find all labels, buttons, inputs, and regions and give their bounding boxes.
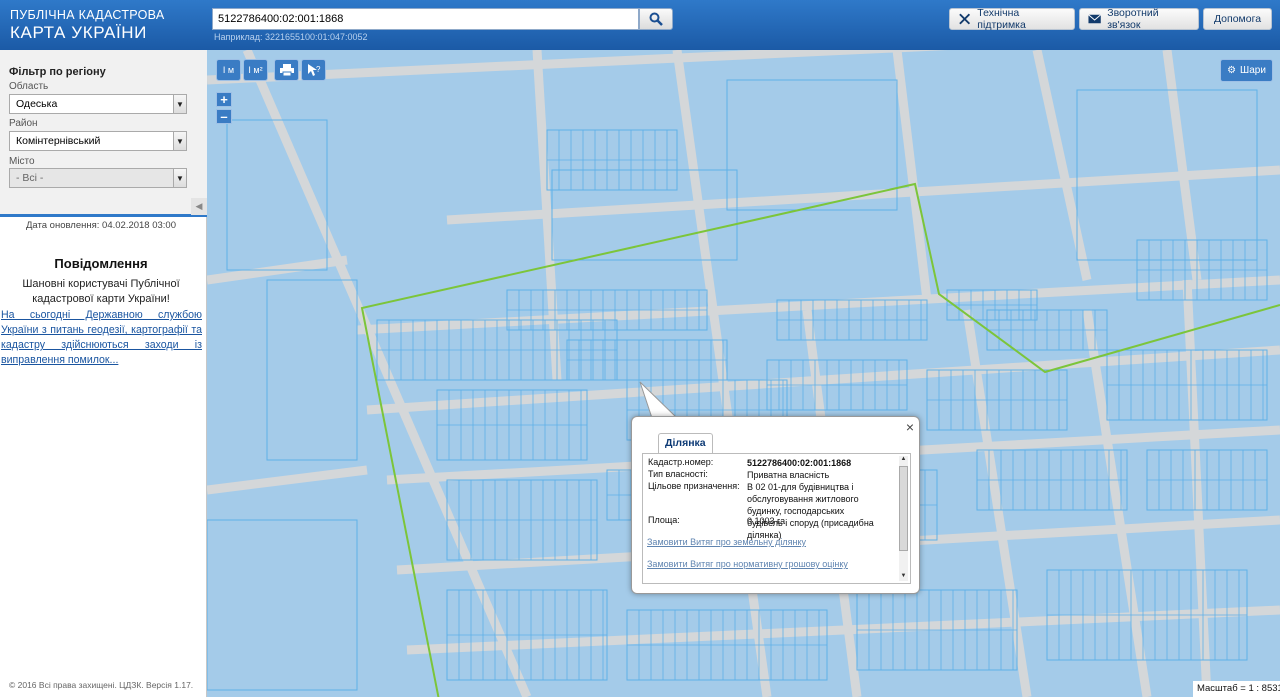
chevron-up-icon: ▲ — [900, 456, 907, 462]
parcel-key: Кадастр.номер: — [648, 457, 714, 467]
sidebar: Фільтр по регіону Область Одеська ▼ Район… — [0, 50, 207, 697]
map-road — [1162, 50, 1202, 281]
map-road — [207, 465, 368, 495]
search-input[interactable]: 5122786400:02:001:1868 — [212, 8, 639, 30]
region-value: Одеська — [16, 98, 58, 110]
search-example: Наприклад: 3221655100:01:047:0052 — [214, 32, 368, 42]
print-icon — [279, 64, 294, 76]
feedback-label: Зворотний зв'язок — [1107, 7, 1159, 31]
chevron-left-icon: ◀ — [195, 201, 203, 211]
city-value: - Всі - — [16, 172, 44, 184]
region-select[interactable]: Одеська ▼ — [9, 94, 187, 114]
city-select[interactable]: - Всі - ▼ — [9, 168, 187, 188]
chevron-down-icon: ▼ — [173, 95, 186, 113]
order-extract-link[interactable]: Замовити Витяг про земельну ділянку — [647, 537, 806, 547]
zoom-in-button[interactable]: + — [216, 92, 232, 107]
help-button[interactable]: Допомога — [1203, 8, 1272, 30]
map-road — [672, 50, 772, 697]
close-icon[interactable]: × — [906, 419, 914, 435]
parcel-value: 5122786400:02:001:1868 — [747, 458, 852, 468]
map-road — [1182, 279, 1212, 697]
region-label: Область — [9, 81, 49, 92]
tab-parcel[interactable]: Ділянка — [658, 433, 713, 453]
map-road — [1032, 50, 1092, 281]
filter-title: Фільтр по регіону — [9, 66, 106, 78]
parcel-value: Приватна власність — [747, 470, 830, 480]
field-parcel — [207, 519, 358, 691]
svg-text:?: ? — [316, 65, 321, 74]
layers-button[interactable]: ⚙ Шари — [1220, 59, 1273, 82]
help-label: Допомога — [1213, 13, 1262, 25]
cadastral-map[interactable] — [207, 50, 1280, 697]
scroll-thumb[interactable] — [899, 466, 908, 551]
feedback-button[interactable]: Зворотний зв'язок — [1079, 7, 1199, 31]
parcel-key: Тип власності: — [648, 469, 708, 479]
search-value: 5122786400:02:001:1868 — [218, 13, 344, 25]
map-road — [892, 50, 932, 301]
district-select[interactable]: Комінтернівський ▼ — [9, 131, 187, 151]
ruler-icon: I м — [222, 65, 235, 75]
layers-label: Шари — [1240, 65, 1266, 76]
info-tool-button[interactable]: ? — [301, 59, 326, 81]
copyright: © 2016 Всі права захищені. ЦДЗК. Версія … — [9, 680, 194, 690]
parcel-value: 0.1003 га — [747, 516, 786, 526]
chevron-down-icon: ▼ — [900, 573, 907, 579]
measure-area-button[interactable]: I м² — [243, 59, 268, 81]
info-cursor-icon: ? — [307, 64, 321, 76]
logo-line2: КАРТА УКРАЇНИ — [10, 22, 147, 42]
tools-icon — [959, 13, 971, 25]
map-road — [207, 50, 948, 85]
support-label: Технічна підтримка — [977, 7, 1026, 31]
order-valuation-link[interactable]: Замовити Витяг про нормативну грошову оц… — [647, 559, 848, 569]
popup-body: Кадастр.номер: 5122786400:02:001:1868 Тип… — [642, 453, 911, 584]
search-icon — [649, 12, 663, 26]
popup-scrollbar[interactable]: ▲ ▼ — [899, 456, 908, 581]
district-label: Район — [9, 118, 38, 129]
support-button[interactable]: Технічна підтримка — [949, 7, 1075, 31]
print-button[interactable] — [274, 59, 299, 81]
district-value: Комінтернівський — [16, 135, 101, 147]
collapse-sidebar-button[interactable]: ◀ — [191, 198, 207, 215]
update-date: Дата оновлення: 04.02.2018 03:00 — [25, 220, 177, 231]
city-label: Місто — [9, 156, 35, 167]
notice-body: Шановні користувачі Публічної кадастрово… — [22, 278, 180, 305]
notice-link[interactable]: На сьогодні Державною службою України з … — [1, 308, 202, 368]
envelope-icon — [1088, 14, 1102, 24]
parcel-key: Площа: — [648, 515, 680, 525]
logo-line1: ПУБЛІЧНА КАДАСТРОВА — [10, 8, 165, 22]
map-road — [356, 275, 1280, 335]
parcel-info-popup: × Ділянка Кадастр.номер: 5122786400:02:00… — [631, 416, 920, 594]
parcel-value: В 02 01-для будівництва і обслуговування… — [747, 482, 874, 540]
parcel-key: Цільове призначення: — [648, 481, 740, 491]
field-parcel — [266, 279, 358, 461]
chevron-down-icon: ▼ — [173, 132, 186, 150]
measure-distance-button[interactable]: I м — [216, 59, 241, 81]
notice-title: Повідомлення — [54, 256, 148, 271]
header: ПУБЛІЧНА КАДАСТРОВА КАРТА УКРАЇНИ 512278… — [0, 0, 1280, 50]
gear-icon: ⚙ — [1227, 65, 1237, 76]
map-canvas[interactable]: I м I м² ? + – ⚙ Шари Масштаб = 1 : 8531… — [207, 50, 1280, 697]
chevron-down-icon: ▼ — [173, 169, 186, 187]
site-logo[interactable]: ПУБЛІЧНА КАДАСТРОВА КАРТА УКРАЇНИ — [10, 9, 165, 41]
map-road — [1082, 309, 1152, 697]
search-button[interactable] — [639, 8, 673, 30]
region-filter-panel: Фільтр по регіону Область Одеська ▼ Район… — [0, 50, 207, 217]
zoom-out-button[interactable]: – — [216, 109, 232, 124]
area-icon: I м² — [248, 65, 263, 75]
scale-bar: Масштаб = 1 : 8531 — [1193, 681, 1280, 697]
